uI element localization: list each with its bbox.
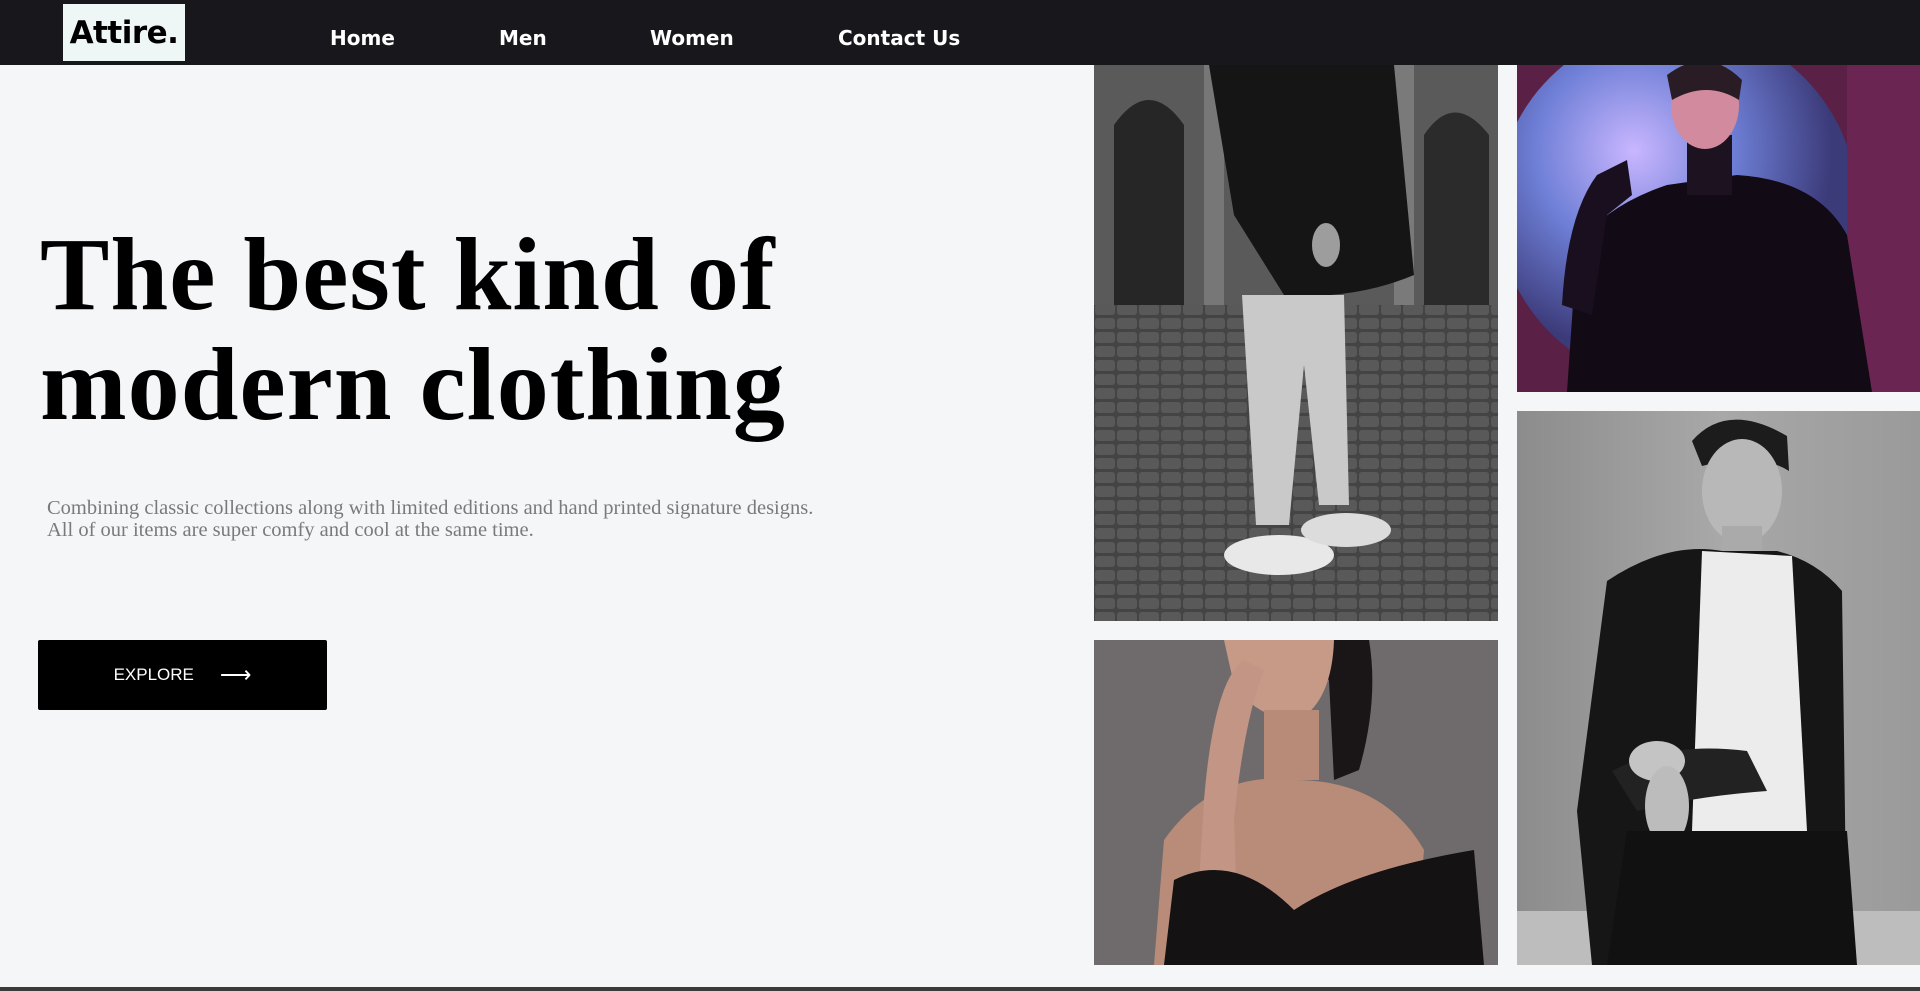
explore-button-label: EXPLORE — [113, 665, 194, 684]
nav-home[interactable]: Home — [330, 25, 395, 51]
hero-title-line-1: The best kind of — [40, 217, 776, 332]
hero-subtitle: Combining classic collections along with… — [47, 497, 814, 541]
man-walking-street-photo — [1094, 65, 1498, 621]
right-arrow-icon: ⟶ — [219, 662, 252, 687]
hero-title: The best kind of modern clothing — [40, 220, 940, 440]
woman-moon-backdrop-photo — [1517, 65, 1920, 392]
hero-title-line-2: modern clothing — [40, 327, 786, 442]
page-bottom-border — [0, 987, 1920, 991]
logo[interactable]: Attire. — [63, 4, 185, 61]
explore-button[interactable]: EXPLORE ⟶ — [38, 640, 327, 710]
woman-portrait-photo — [1094, 640, 1498, 965]
nav-men[interactable]: Men — [499, 25, 547, 51]
man-black-suit-photo — [1517, 411, 1920, 965]
navbar: Attire. Home Men Women Contact Us — [0, 0, 1920, 65]
nav-contact-us[interactable]: Contact Us — [838, 25, 960, 51]
nav-women[interactable]: Women — [650, 25, 734, 51]
